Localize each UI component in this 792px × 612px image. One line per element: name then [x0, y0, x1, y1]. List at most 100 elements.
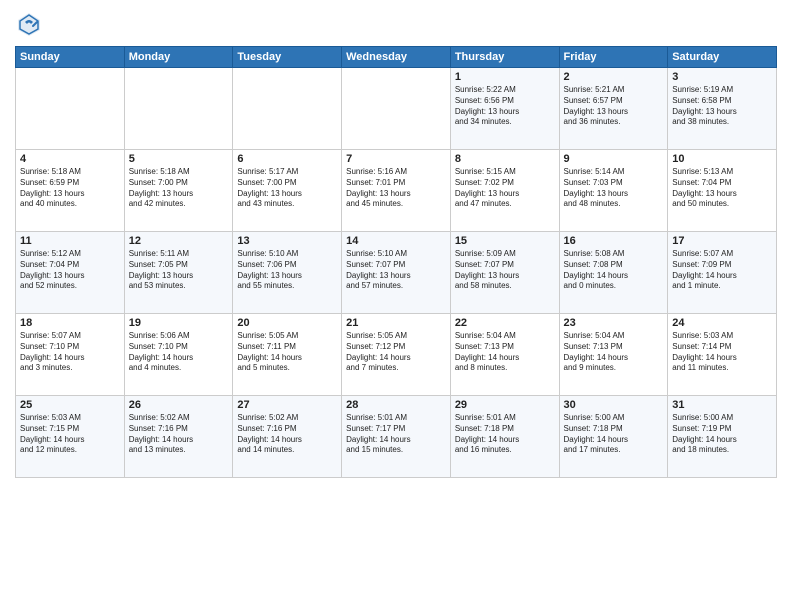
- calendar-cell: 3Sunrise: 5:19 AM Sunset: 6:58 PM Daylig…: [668, 68, 777, 150]
- calendar-cell: 19Sunrise: 5:06 AM Sunset: 7:10 PM Dayli…: [124, 314, 233, 396]
- calendar-cell: [16, 68, 125, 150]
- calendar-cell: 17 Sunrise: 5:07 AM Sunset: 7:09 PM Dayli…: [668, 232, 777, 314]
- calendar-cell: 28 Sunrise: 5:01 AM Sunset: 7:17 PM Dayli…: [342, 396, 451, 478]
- day-number: 2: [564, 71, 664, 83]
- calendar-cell: 15 Sunrise: 5:09 AM Sunset: 7:07 PM Dayli…: [450, 232, 559, 314]
- day-number: 3: [672, 71, 772, 83]
- main-container: SundayMondayTuesdayWednesdayThursdayFrid…: [0, 0, 792, 483]
- header-cell-thursday: Thursday: [450, 47, 559, 68]
- day-info: Sunrise: 5:10 AM Sunset: 7:06 PM Dayligh…: [237, 249, 337, 292]
- header-row: SundayMondayTuesdayWednesdayThursdayFrid…: [16, 47, 777, 68]
- calendar-cell: 25Sunrise: 5:03 AM Sunset: 7:15 PM Dayli…: [16, 396, 125, 478]
- day-info: Sunrise: 5:12 AM Sunset: 7:04 PM Dayligh…: [20, 249, 120, 292]
- day-info: Sunrise: 5:17 AM Sunset: 7:00 PM Dayligh…: [237, 167, 337, 210]
- day-info: Sunrise: 5:03 AM Sunset: 7:14 PM Dayligh…: [672, 331, 772, 374]
- day-number: 12: [129, 235, 229, 247]
- calendar-cell: 8Sunrise: 5:15 AM Sunset: 7:02 PM Daylig…: [450, 150, 559, 232]
- calendar-cell: 23 Sunrise: 5:04 AM Sunset: 7:13 PM Dayli…: [559, 314, 668, 396]
- day-info: Sunrise: 5:09 AM Sunset: 7:07 PM Dayligh…: [455, 249, 555, 292]
- day-info: Sunrise: 5:00 AM Sunset: 7:19 PM Dayligh…: [672, 413, 772, 456]
- day-number: 24: [672, 317, 772, 329]
- calendar-cell: [124, 68, 233, 150]
- header-cell-tuesday: Tuesday: [233, 47, 342, 68]
- day-info: Sunrise: 5:02 AM Sunset: 7:16 PM Dayligh…: [237, 413, 337, 456]
- day-info: Sunrise: 5:04 AM Sunset: 7:13 PM Dayligh…: [455, 331, 555, 374]
- calendar-cell: 22 Sunrise: 5:04 AM Sunset: 7:13 PM Dayli…: [450, 314, 559, 396]
- day-number: 19: [129, 317, 229, 329]
- calendar-cell: 10 Sunrise: 5:13 AM Sunset: 7:04 PM Dayli…: [668, 150, 777, 232]
- day-number: 1: [455, 71, 555, 83]
- day-info: Sunrise: 5:03 AM Sunset: 7:15 PM Dayligh…: [20, 413, 120, 456]
- day-info: Sunrise: 5:18 AM Sunset: 7:00 PM Dayligh…: [129, 167, 229, 210]
- day-info: Sunrise: 5:22 AM Sunset: 6:56 PM Dayligh…: [455, 85, 555, 128]
- day-number: 21: [346, 317, 446, 329]
- header: [15, 10, 777, 38]
- day-info: Sunrise: 5:01 AM Sunset: 7:18 PM Dayligh…: [455, 413, 555, 456]
- week-row-3: 18Sunrise: 5:07 AM Sunset: 7:10 PM Dayli…: [16, 314, 777, 396]
- day-number: 7: [346, 153, 446, 165]
- day-info: Sunrise: 5:21 AM Sunset: 6:57 PM Dayligh…: [564, 85, 664, 128]
- calendar-cell: 7 Sunrise: 5:16 AM Sunset: 7:01 PM Daylig…: [342, 150, 451, 232]
- day-number: 28: [346, 399, 446, 411]
- calendar-cell: 9 Sunrise: 5:14 AM Sunset: 7:03 PM Daylig…: [559, 150, 668, 232]
- calendar-cell: 31 Sunrise: 5:00 AM Sunset: 7:19 PM Dayli…: [668, 396, 777, 478]
- logo-icon: [15, 10, 43, 38]
- day-number: 6: [237, 153, 337, 165]
- calendar-cell: 27 Sunrise: 5:02 AM Sunset: 7:16 PM Dayli…: [233, 396, 342, 478]
- day-number: 27: [237, 399, 337, 411]
- calendar-cell: 24 Sunrise: 5:03 AM Sunset: 7:14 PM Dayli…: [668, 314, 777, 396]
- day-info: Sunrise: 5:07 AM Sunset: 7:09 PM Dayligh…: [672, 249, 772, 292]
- calendar-cell: 4Sunrise: 5:18 AM Sunset: 6:59 PM Daylig…: [16, 150, 125, 232]
- header-cell-friday: Friday: [559, 47, 668, 68]
- day-number: 17: [672, 235, 772, 247]
- header-cell-sunday: Sunday: [16, 47, 125, 68]
- calendar-cell: 12 Sunrise: 5:11 AM Sunset: 7:05 PM Dayli…: [124, 232, 233, 314]
- day-info: Sunrise: 5:02 AM Sunset: 7:16 PM Dayligh…: [129, 413, 229, 456]
- calendar-cell: 30 Sunrise: 5:00 AM Sunset: 7:18 PM Dayli…: [559, 396, 668, 478]
- calendar-cell: 13Sunrise: 5:10 AM Sunset: 7:06 PM Dayli…: [233, 232, 342, 314]
- day-number: 9: [564, 153, 664, 165]
- day-number: 23: [564, 317, 664, 329]
- calendar-table: SundayMondayTuesdayWednesdayThursdayFrid…: [15, 46, 777, 478]
- calendar-cell: 2 Sunrise: 5:21 AM Sunset: 6:57 PM Daylig…: [559, 68, 668, 150]
- week-row-0: 1 Sunrise: 5:22 AM Sunset: 6:56 PM Daylig…: [16, 68, 777, 150]
- day-number: 30: [564, 399, 664, 411]
- calendar-cell: 6 Sunrise: 5:17 AM Sunset: 7:00 PM Daylig…: [233, 150, 342, 232]
- calendar-cell: 26 Sunrise: 5:02 AM Sunset: 7:16 PM Dayli…: [124, 396, 233, 478]
- day-number: 11: [20, 235, 120, 247]
- day-number: 5: [129, 153, 229, 165]
- day-info: Sunrise: 5:13 AM Sunset: 7:04 PM Dayligh…: [672, 167, 772, 210]
- day-number: 15: [455, 235, 555, 247]
- day-info: Sunrise: 5:11 AM Sunset: 7:05 PM Dayligh…: [129, 249, 229, 292]
- calendar-cell: 29 Sunrise: 5:01 AM Sunset: 7:18 PM Dayli…: [450, 396, 559, 478]
- logo: [15, 10, 47, 38]
- calendar-cell: 21 Sunrise: 5:05 AM Sunset: 7:12 PM Dayli…: [342, 314, 451, 396]
- day-number: 29: [455, 399, 555, 411]
- calendar-cell: 1 Sunrise: 5:22 AM Sunset: 6:56 PM Daylig…: [450, 68, 559, 150]
- calendar-cell: 16 Sunrise: 5:08 AM Sunset: 7:08 PM Dayli…: [559, 232, 668, 314]
- day-info: Sunrise: 5:10 AM Sunset: 7:07 PM Dayligh…: [346, 249, 446, 292]
- header-cell-saturday: Saturday: [668, 47, 777, 68]
- day-info: Sunrise: 5:00 AM Sunset: 7:18 PM Dayligh…: [564, 413, 664, 456]
- header-cell-wednesday: Wednesday: [342, 47, 451, 68]
- calendar-cell: 14Sunrise: 5:10 AM Sunset: 7:07 PM Dayli…: [342, 232, 451, 314]
- day-info: Sunrise: 5:14 AM Sunset: 7:03 PM Dayligh…: [564, 167, 664, 210]
- day-number: 16: [564, 235, 664, 247]
- calendar-cell: [233, 68, 342, 150]
- day-number: 20: [237, 317, 337, 329]
- day-info: Sunrise: 5:08 AM Sunset: 7:08 PM Dayligh…: [564, 249, 664, 292]
- header-cell-monday: Monday: [124, 47, 233, 68]
- day-info: Sunrise: 5:18 AM Sunset: 6:59 PM Dayligh…: [20, 167, 120, 210]
- day-info: Sunrise: 5:01 AM Sunset: 7:17 PM Dayligh…: [346, 413, 446, 456]
- day-number: 31: [672, 399, 772, 411]
- day-info: Sunrise: 5:16 AM Sunset: 7:01 PM Dayligh…: [346, 167, 446, 210]
- day-number: 22: [455, 317, 555, 329]
- calendar-cell: 11 Sunrise: 5:12 AM Sunset: 7:04 PM Dayli…: [16, 232, 125, 314]
- day-info: Sunrise: 5:05 AM Sunset: 7:12 PM Dayligh…: [346, 331, 446, 374]
- calendar-cell: 5 Sunrise: 5:18 AM Sunset: 7:00 PM Daylig…: [124, 150, 233, 232]
- day-info: Sunrise: 5:04 AM Sunset: 7:13 PM Dayligh…: [564, 331, 664, 374]
- day-number: 10: [672, 153, 772, 165]
- day-number: 18: [20, 317, 120, 329]
- calendar-cell: [342, 68, 451, 150]
- day-number: 26: [129, 399, 229, 411]
